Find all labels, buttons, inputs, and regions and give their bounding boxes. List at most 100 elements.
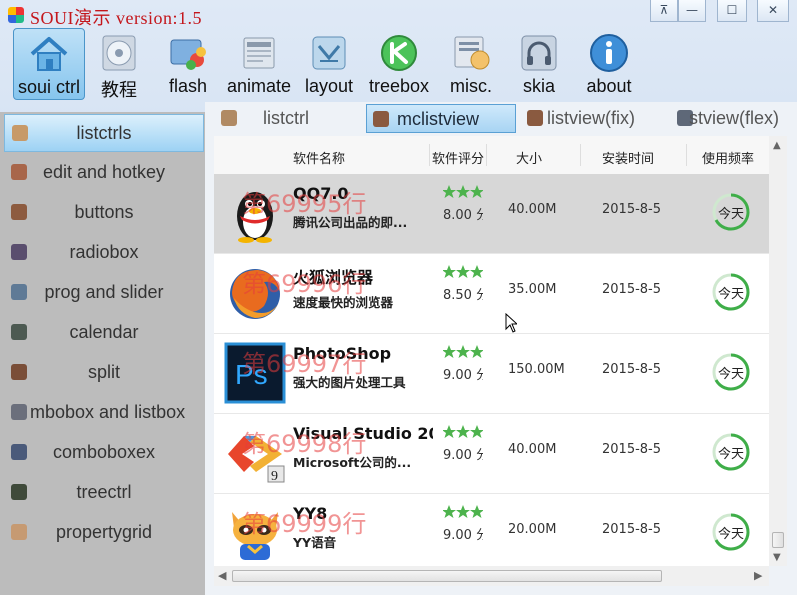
frequency-ring: 今天 bbox=[711, 432, 751, 472]
app-score: 8.00 分 bbox=[443, 208, 483, 223]
toolbar-treebox[interactable]: treebox bbox=[364, 28, 434, 100]
table-row[interactable]: 9 Visual Studio 2008 Microsoft公司的... 9.0… bbox=[214, 414, 769, 494]
toolbar-label: about bbox=[586, 76, 632, 96]
toolbar-label: treebox bbox=[368, 76, 430, 96]
svg-text:9: 9 bbox=[271, 469, 278, 484]
frequency-label: 今天 bbox=[717, 367, 744, 382]
nav-item-label: listctrls bbox=[76, 123, 132, 143]
column-divider[interactable] bbox=[580, 144, 581, 166]
app-score: 9.00 分 bbox=[443, 368, 483, 383]
column-header-frequency[interactable]: 使用频率 bbox=[702, 148, 768, 167]
table-row[interactable]: 火狐浏览器 速度最快的浏览器 8.50 分 35.00M 2015-8-5 今天… bbox=[214, 254, 769, 334]
treebox-icon bbox=[381, 35, 417, 71]
tab-label: stview(flex) bbox=[689, 108, 780, 128]
app-description: 速度最快的浏览器 bbox=[293, 295, 394, 310]
nav-item-comboboxex[interactable]: comboboxex bbox=[4, 434, 204, 472]
toolbar-label: skia bbox=[522, 76, 555, 96]
app-size: 40.00M bbox=[508, 202, 557, 217]
app-name: Visual Studio 2008 bbox=[293, 424, 433, 443]
tab-listctrl[interactable]: listctrl bbox=[215, 104, 355, 133]
nav-item-propertygrid[interactable]: propertygrid bbox=[4, 514, 204, 552]
app-score: 8.50 分 bbox=[443, 288, 483, 303]
frequency-ring: 今天 bbox=[711, 192, 751, 232]
photoshop-icon: Ps bbox=[224, 342, 286, 404]
tab-listview-fix[interactable]: listview(fix) bbox=[521, 104, 671, 133]
scroll-down-icon[interactable]: ▼ bbox=[773, 552, 781, 563]
nav-item-label: edit and hotkey bbox=[42, 162, 166, 182]
nav-item-calendar[interactable]: calendar bbox=[4, 314, 204, 352]
tab-label: listctrl bbox=[263, 108, 309, 128]
toolbar-tutorial[interactable]: 教程 bbox=[90, 28, 148, 100]
nav-item-label: calendar bbox=[69, 322, 139, 342]
nav-item-prog-slider[interactable]: prog and slider bbox=[4, 274, 204, 312]
close-button[interactable]: ✕ bbox=[757, 0, 789, 22]
nav-item-radiobox[interactable]: radiobox bbox=[4, 234, 204, 272]
frequency-ring: 今天 bbox=[711, 352, 751, 392]
yy-raccoon-icon bbox=[232, 512, 278, 560]
maximize-button[interactable]: ☐ bbox=[717, 0, 747, 22]
house-icon bbox=[30, 37, 68, 71]
rating-stars bbox=[443, 344, 483, 358]
app-description: 腾讯公司出品的即... bbox=[293, 215, 408, 230]
toolbar-label: layout bbox=[304, 76, 354, 96]
news-icon bbox=[243, 37, 275, 69]
nav-item-listctrls[interactable]: listctrls bbox=[4, 114, 204, 152]
vertical-scrollbar[interactable]: ▲ ▼ bbox=[769, 136, 787, 566]
column-divider[interactable] bbox=[486, 144, 487, 166]
toolbar-soui-ctrl[interactable]: soui ctrl bbox=[13, 28, 85, 100]
mclistview[interactable]: 软件名称 软件评分 大小 安装时间 使用频率 QQ7.0 腾讯公司出品的即...… bbox=[214, 136, 769, 566]
rating-stars bbox=[443, 504, 483, 518]
app-name: QQ7.0 bbox=[293, 184, 349, 203]
app-window: SOUI演示 version:1.5 ⊼ — ☐ ✕ soui ctrl 教程 bbox=[0, 0, 797, 595]
column-header-size[interactable]: 大小 bbox=[516, 148, 576, 167]
scroll-left-icon[interactable]: ◀ bbox=[218, 569, 226, 582]
install-date: 2015-8-5 bbox=[602, 282, 662, 297]
minimize-button[interactable]: — bbox=[678, 0, 706, 22]
rating-stars bbox=[443, 184, 483, 198]
tab-mclistview[interactable]: mclistview bbox=[366, 104, 516, 133]
column-header-date[interactable]: 安装时间 bbox=[602, 148, 682, 167]
avatar-icon bbox=[373, 111, 389, 127]
frequency-ring: 今天 bbox=[711, 272, 751, 312]
nav-item-label: propertygrid bbox=[55, 522, 153, 542]
toolbar-label: misc. bbox=[450, 76, 492, 96]
vertical-scroll-thumb[interactable] bbox=[772, 532, 784, 548]
title-bar[interactable]: SOUI演示 version:1.5 ⊼ — ☐ ✕ bbox=[0, 0, 797, 30]
qq-penguin-icon bbox=[237, 192, 273, 243]
nav-item-combobox-listbox[interactable]: mbobox and listbox bbox=[4, 394, 204, 432]
table-row[interactable]: Ps PhotoShop 强大的图片处理工具 9.00 分 150.00M 20… bbox=[214, 334, 769, 414]
column-header-name[interactable]: 软件名称 bbox=[293, 148, 413, 167]
table-row[interactable]: YY8 YY语音 9.00 分 20.00M 2015-8-5 今天 第6999… bbox=[214, 494, 769, 566]
scroll-right-icon[interactable]: ▶ bbox=[754, 569, 762, 582]
content-panel: listctrl mclistview listview(fix) stview… bbox=[205, 102, 797, 595]
tab-listview-flex[interactable]: stview(flex) bbox=[675, 104, 797, 133]
avatar-icon bbox=[221, 110, 237, 126]
table-row[interactable]: QQ7.0 腾讯公司出品的即... 8.00 分 40.00M 2015-8-5… bbox=[214, 174, 769, 254]
mouse-cursor-icon bbox=[505, 313, 517, 333]
nav-item-treectrl[interactable]: treectrl bbox=[4, 474, 204, 512]
column-divider[interactable] bbox=[686, 144, 687, 166]
pin-button[interactable]: ⊼ bbox=[650, 0, 678, 22]
visual-studio-icon: 9 bbox=[228, 436, 285, 484]
nav-item-label: comboboxex bbox=[52, 442, 156, 462]
toolbar-animate[interactable]: animate bbox=[222, 28, 296, 100]
avatar-icon bbox=[527, 110, 543, 126]
disc-icon bbox=[102, 35, 136, 71]
install-date: 2015-8-5 bbox=[602, 362, 662, 377]
toolbar-misc[interactable]: misc. bbox=[442, 28, 500, 100]
misc-icon bbox=[454, 36, 490, 70]
toolbar-skia[interactable]: skia bbox=[510, 28, 568, 100]
nav-item-buttons[interactable]: buttons bbox=[4, 194, 204, 232]
nav-item-edit-hotkey[interactable]: edit and hotkey bbox=[4, 154, 204, 192]
app-size: 35.00M bbox=[508, 282, 557, 297]
toolbar-layout[interactable]: layout bbox=[300, 28, 358, 100]
horizontal-scroll-thumb[interactable] bbox=[232, 570, 662, 582]
scroll-up-icon[interactable]: ▲ bbox=[773, 140, 781, 151]
column-header-score[interactable]: 软件评分 bbox=[432, 148, 484, 167]
toolbar-about[interactable]: about bbox=[578, 28, 640, 100]
column-divider[interactable] bbox=[429, 144, 430, 166]
toolbar-flash[interactable]: flash bbox=[158, 28, 218, 100]
horizontal-scrollbar[interactable]: ◀ ▶ bbox=[214, 566, 769, 586]
main-toolbar: soui ctrl 教程 flash animate layout treebo… bbox=[0, 28, 797, 102]
nav-item-split[interactable]: split bbox=[4, 354, 204, 392]
